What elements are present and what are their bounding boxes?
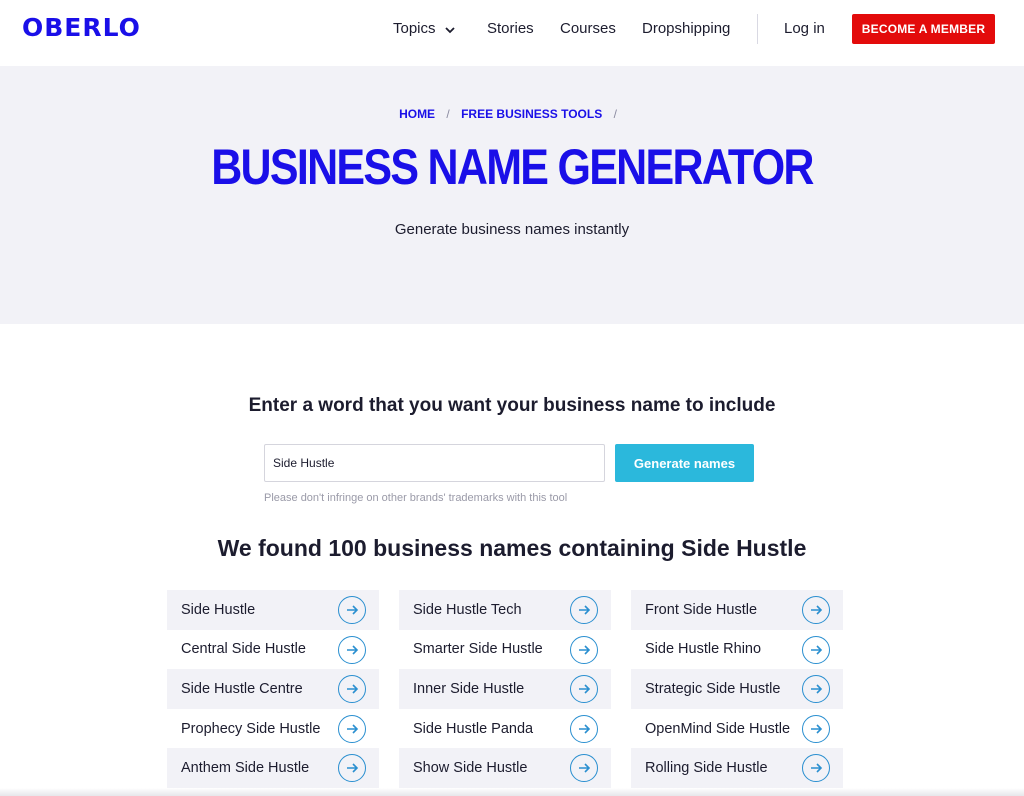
hero-section: HOME / FREE BUSINESS TOOLS / BUSINESS NA… xyxy=(0,66,1024,324)
page-subtitle: Generate business names instantly xyxy=(394,221,630,238)
result-name: Rolling Side Hustle xyxy=(645,760,768,777)
arrow-right-circle-icon[interactable] xyxy=(338,675,366,704)
result-item[interactable]: OpenMind Side Hustle xyxy=(631,709,843,749)
become-member-button[interactable]: BECOME A MEMBER xyxy=(852,14,995,44)
arrow-right-circle-icon[interactable] xyxy=(570,754,598,783)
result-name: Anthem Side Hustle xyxy=(181,760,310,777)
nav-stories[interactable]: Stories xyxy=(487,20,534,37)
arrow-right-circle-icon[interactable] xyxy=(802,596,830,624)
result-item[interactable]: Side Hustle xyxy=(167,590,379,630)
result-item[interactable]: Smarter Side Hustle xyxy=(399,630,611,670)
site-header: OBERLO Topics Stories Courses Dropshippi… xyxy=(0,0,1024,66)
scroll-fade xyxy=(0,788,1024,796)
nav-topics[interactable]: Topics xyxy=(393,20,456,37)
form-title: Enter a word that you want your business… xyxy=(248,395,776,416)
result-item[interactable]: Side Hustle Panda xyxy=(399,709,611,749)
nav-divider xyxy=(757,14,758,44)
page-title: BUSINESS NAME GENERATOR xyxy=(211,139,814,195)
breadcrumb-separator: / xyxy=(613,107,617,121)
result-item[interactable]: Show Side Hustle xyxy=(399,748,611,788)
result-name: Side Hustle Panda xyxy=(413,720,534,737)
chevron-down-icon xyxy=(444,23,456,35)
login-link[interactable]: Log in xyxy=(784,20,825,37)
result-name: Inner Side Hustle xyxy=(413,680,525,697)
nav-courses[interactable]: Courses xyxy=(560,20,616,37)
breadcrumb-separator: / xyxy=(446,107,450,121)
results-grid: Side Hustle Central Side Hustle Side Hus… xyxy=(167,590,843,796)
arrow-right-circle-icon[interactable] xyxy=(802,714,830,743)
breadcrumb: HOME / FREE BUSINESS TOOLS / xyxy=(0,107,1024,121)
nav-dropshipping[interactable]: Dropshipping xyxy=(642,20,730,37)
result-item[interactable]: Front Side Hustle xyxy=(631,590,843,630)
nav-topics-label: Topics xyxy=(393,20,436,37)
result-item[interactable]: Prophecy Side Hustle xyxy=(167,709,379,749)
breadcrumb-home[interactable]: HOME xyxy=(399,107,435,121)
results-heading: We found 100 business names containing S… xyxy=(217,535,807,561)
arrow-right-circle-icon[interactable] xyxy=(570,596,598,624)
results-column: Front Side Hustle Side Hustle Rhino Stra… xyxy=(631,590,843,788)
arrow-right-circle-icon[interactable] xyxy=(570,714,598,743)
arrow-right-circle-icon[interactable] xyxy=(802,635,830,664)
result-name: Side Hustle xyxy=(181,601,256,618)
results-column: Side Hustle Tech Smarter Side Hustle Inn… xyxy=(399,590,611,788)
breadcrumb-free-tools[interactable]: FREE BUSINESS TOOLS xyxy=(461,107,602,121)
keyword-input[interactable] xyxy=(264,444,605,482)
result-name: Prophecy Side Hustle xyxy=(181,720,321,737)
result-name: Front Side Hustle xyxy=(645,601,758,618)
result-name: Side Hustle Centre xyxy=(181,680,303,697)
result-item[interactable]: Strategic Side Hustle xyxy=(631,669,843,709)
result-item[interactable]: Rolling Side Hustle xyxy=(631,748,843,788)
result-name: Smarter Side Hustle xyxy=(413,641,543,658)
arrow-right-circle-icon[interactable] xyxy=(338,754,366,783)
arrow-right-circle-icon[interactable] xyxy=(570,635,598,664)
result-name: Strategic Side Hustle xyxy=(645,680,781,697)
trademark-disclaimer: Please don't infringe on other brands' t… xyxy=(264,492,568,504)
result-name: Side Hustle Tech xyxy=(413,601,522,618)
result-item[interactable]: Side Hustle Rhino xyxy=(631,630,843,670)
arrow-right-circle-icon[interactable] xyxy=(338,596,366,624)
arrow-right-circle-icon[interactable] xyxy=(338,714,366,743)
arrow-right-circle-icon[interactable] xyxy=(802,754,830,783)
result-item[interactable]: Central Side Hustle xyxy=(167,630,379,670)
result-name: Central Side Hustle xyxy=(181,641,306,658)
generate-names-button[interactable]: Generate names xyxy=(615,444,754,482)
result-name: Show Side Hustle xyxy=(413,760,528,777)
arrow-right-circle-icon[interactable] xyxy=(570,675,598,704)
oberlo-logo[interactable]: OBERLO xyxy=(22,13,141,42)
results-column: Side Hustle Central Side Hustle Side Hus… xyxy=(167,590,379,788)
arrow-right-circle-icon[interactable] xyxy=(802,675,830,704)
result-item[interactable]: Side Hustle Centre xyxy=(167,669,379,709)
result-item[interactable]: Inner Side Hustle xyxy=(399,669,611,709)
arrow-right-circle-icon[interactable] xyxy=(338,635,366,664)
result-name: Side Hustle Rhino xyxy=(645,641,762,658)
result-item[interactable]: Anthem Side Hustle xyxy=(167,748,379,788)
result-item[interactable]: Side Hustle Tech xyxy=(399,590,611,630)
result-name: OpenMind Side Hustle xyxy=(645,720,791,737)
